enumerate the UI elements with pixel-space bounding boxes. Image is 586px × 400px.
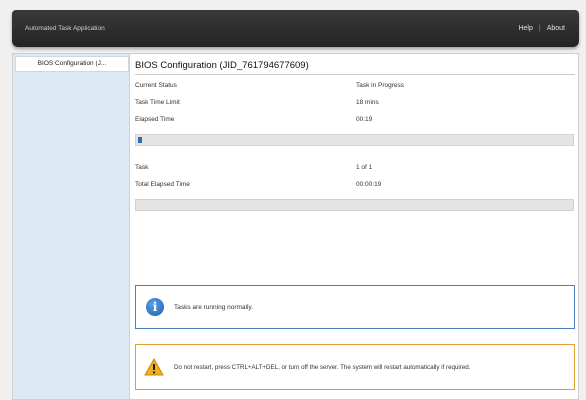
app-title: Automated Task Application <box>25 25 105 32</box>
warning-message-box: Do not restart, press CTRL+ALT+DEL, or t… <box>135 344 575 390</box>
status-row-current-status: Current Status Task in Progress <box>135 82 575 92</box>
status-value: Task in Progress <box>356 82 405 89</box>
sidebar: BIOS Configuration (J... <box>13 54 130 399</box>
task-label: Task <box>135 164 149 171</box>
info-icon: i <box>146 298 164 316</box>
page-title: BIOS Configuration (JID_761794677609) <box>135 60 309 71</box>
task-count-value: 1 of 1 <box>356 164 373 171</box>
summary-row-task: Task 1 of 1 <box>135 164 575 174</box>
about-link[interactable]: About <box>547 25 565 32</box>
overall-progress-bar <box>135 199 574 211</box>
task-detail-panel: BIOS Configuration (JID_761794677609) Cu… <box>135 54 575 399</box>
status-row-elapsed-time: Elapsed Time 00:19 <box>135 116 575 126</box>
main-frame: BIOS Configuration (J... BIOS Configurat… <box>12 53 579 400</box>
task-progress-fill <box>138 137 142 143</box>
info-message-text: Tasks are running normally. <box>174 304 253 311</box>
summary-row-total-elapsed: Total Elapsed Time 00:00:19 <box>135 181 575 191</box>
time-limit-label: Task Time Limit <box>135 99 180 106</box>
title-divider <box>135 74 575 75</box>
status-row-time-limit: Task Time Limit 18 mins <box>135 99 575 109</box>
app-header: Automated Task Application Help | About <box>12 10 579 47</box>
warning-message-text: Do not restart, press CTRL+ALT+DEL, or t… <box>174 364 471 371</box>
task-progress-bar <box>135 134 574 146</box>
info-message-box: i Tasks are running normally. <box>135 285 575 329</box>
elapsed-time-label: Elapsed Time <box>135 116 175 123</box>
elapsed-time-value: 00:19 <box>356 116 373 123</box>
header-link-separator: | <box>538 25 541 32</box>
time-limit-value: 18 mins <box>356 99 379 106</box>
total-elapsed-label: Total Elapsed Time <box>135 181 190 188</box>
warning-icon <box>144 358 164 376</box>
header-links: Help | About <box>518 25 565 32</box>
total-elapsed-value: 00:00:19 <box>356 181 382 188</box>
status-label: Current Status <box>135 82 177 89</box>
help-link[interactable]: Help <box>518 25 532 32</box>
sidebar-item-bios-configuration[interactable]: BIOS Configuration (J... <box>15 56 129 72</box>
